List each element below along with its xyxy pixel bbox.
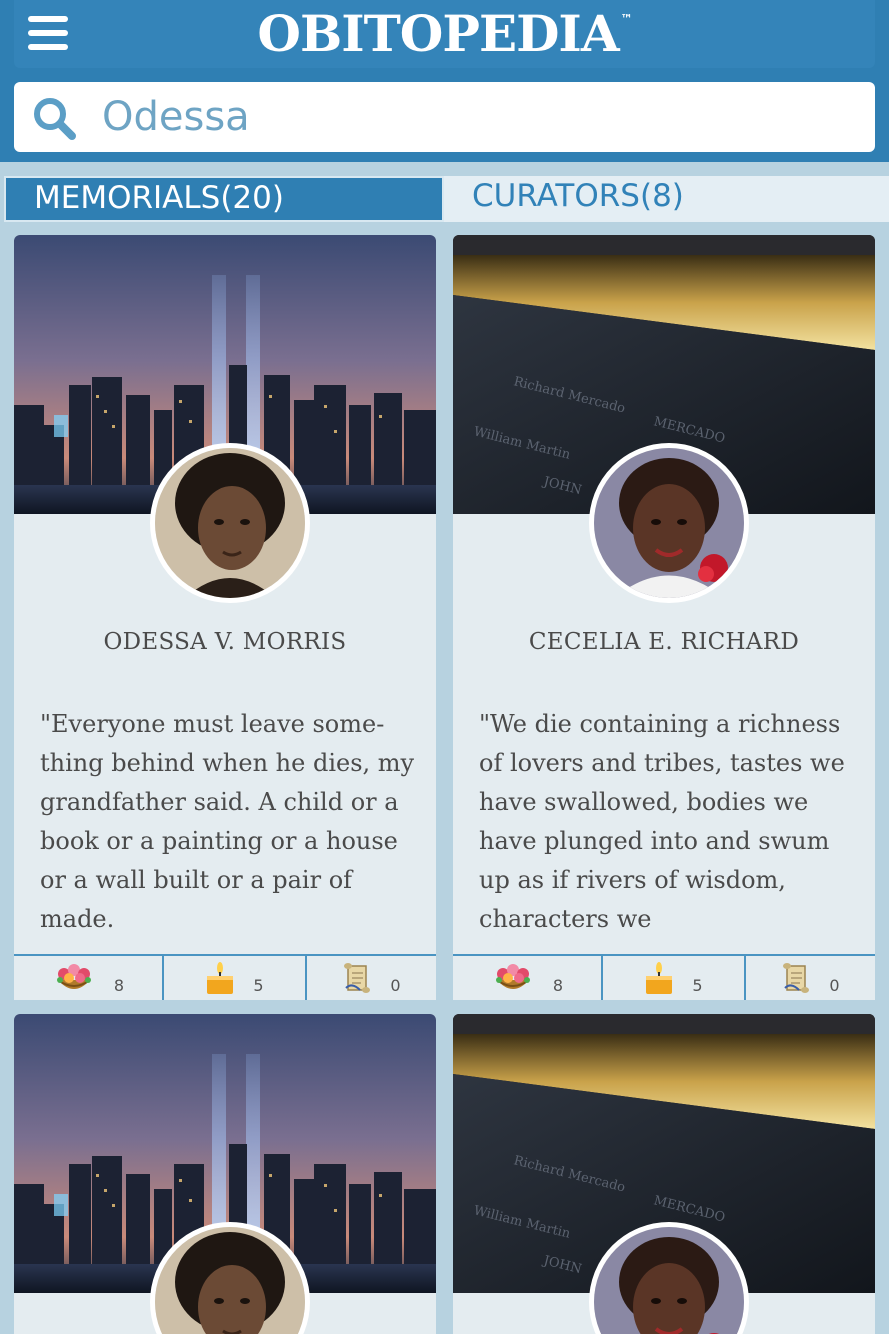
search-icon[interactable] (32, 96, 76, 140)
candle-icon (205, 962, 235, 996)
avatar (150, 443, 310, 603)
tab-memorials[interactable]: MEMORIALS(20) (4, 176, 444, 222)
scroll-icon (781, 962, 811, 996)
logo-text: OBITOPEDIA (257, 4, 619, 63)
candle-icon (644, 962, 674, 996)
notes-count: 0 (390, 975, 401, 995)
top-bar: OBITOPEDIA ™ (0, 0, 889, 162)
app-logo[interactable]: OBITOPEDIA ™ (14, 4, 875, 63)
flower-basket-icon (491, 962, 535, 996)
memorial-stats: 8 5 0 (453, 954, 875, 1000)
notes-stat[interactable]: 0 (744, 956, 875, 1000)
tab-bar: MEMORIALS(20) CURATORS(8) (0, 162, 889, 224)
candles-count: 5 (692, 975, 703, 995)
flowers-count: 8 (552, 975, 564, 995)
flower-basket-icon (52, 962, 96, 996)
search-input[interactable] (102, 90, 842, 144)
trademark: ™ (620, 12, 633, 26)
memorial-card[interactable]: ODESSA V. MORRIS "Everyone must leave so… (14, 235, 436, 1000)
search-bar (14, 82, 875, 152)
header: OBITOPEDIA ™ (14, 0, 875, 68)
candles-stat[interactable]: 5 (162, 956, 305, 1000)
avatar (589, 443, 749, 603)
memorial-quote: "Everyone must leave some-thing behind w… (40, 710, 415, 933)
memorial-card[interactable] (14, 1014, 436, 1334)
memorial-card[interactable] (453, 1014, 875, 1334)
candles-count: 5 (253, 975, 264, 995)
memorial-name[interactable]: ODESSA V. MORRIS (14, 629, 436, 655)
tab-curators[interactable]: CURATORS(8) (444, 176, 889, 222)
flowers-count: 8 (113, 975, 125, 995)
memorial-stats: 8 5 0 (14, 954, 436, 1000)
notes-stat[interactable]: 0 (305, 956, 436, 1000)
flowers-stat[interactable]: 8 (14, 956, 162, 1000)
flowers-stat[interactable]: 8 (453, 956, 601, 1000)
candles-stat[interactable]: 5 (601, 956, 744, 1000)
memorial-quote: "We die containing a richness of lovers … (479, 710, 845, 933)
scroll-icon (342, 962, 372, 996)
memorial-name[interactable]: CECELIA E. RICHARD (453, 629, 875, 655)
notes-count: 0 (829, 975, 840, 995)
memorial-card[interactable]: CECELIA E. RICHARD "We die containing a … (453, 235, 875, 1000)
